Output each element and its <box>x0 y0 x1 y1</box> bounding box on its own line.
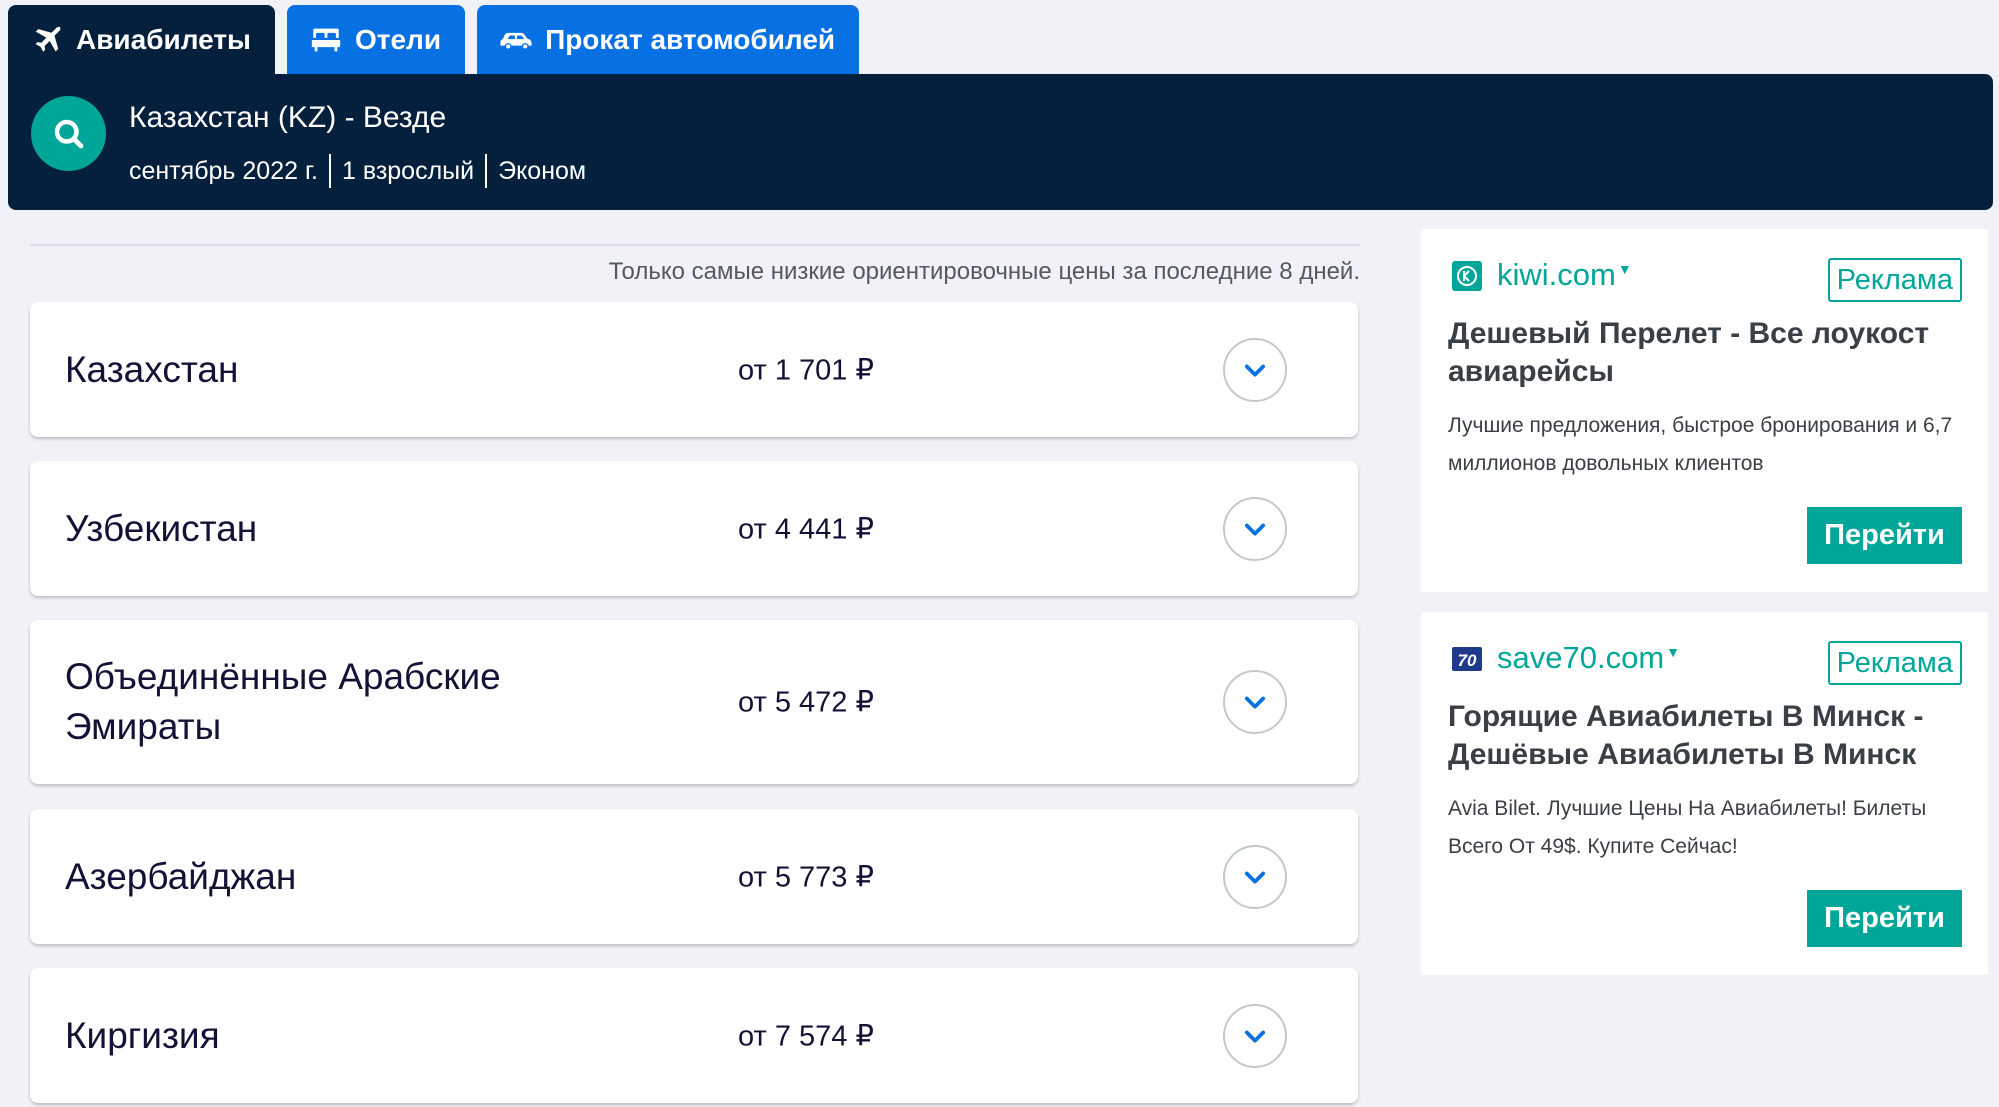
ad-domain-link[interactable]: save70.com ▼ <box>1497 640 1680 676</box>
destination-name: Казахстан <box>65 348 239 390</box>
destination-price: от 4 441 ₽ <box>738 513 874 545</box>
destination-name: Азербайджан <box>65 855 297 897</box>
expand-button[interactable] <box>1223 337 1287 402</box>
ad-domain-text: save70.com <box>1497 640 1665 675</box>
tab-car-hire-label: Прокат автомобилей <box>545 23 836 55</box>
bed-icon <box>309 23 343 57</box>
destination-row-azerbaijan[interactable]: Азербайджан от 5 773 ₽ <box>30 809 1358 944</box>
chevron-down-icon <box>1244 523 1266 536</box>
ad-go-button[interactable]: Перейти <box>1807 507 1962 564</box>
caret-down-icon: ▼ <box>1617 261 1632 277</box>
destination-row-uae[interactable]: Объединённые Арабские Эмираты от 5 472 ₽ <box>30 620 1358 784</box>
caret-down-icon: ▼ <box>1666 644 1680 660</box>
ad-title[interactable]: Дешевый Перелет - Все лоукост авиарейсы <box>1448 315 1968 391</box>
tab-hotels[interactable]: Отели <box>286 5 466 74</box>
ad-description: Лучшие предложения, быстрое бронирования… <box>1448 414 1953 475</box>
ad-card-save70[interactable]: 70 save70.com ▼ Реклама Горящие Авиабилет… <box>1421 612 1988 975</box>
price-disclaimer: Только самые низкие ориентировочные цены… <box>608 258 1360 285</box>
chevron-down-icon <box>1244 1030 1266 1043</box>
separator <box>328 154 331 188</box>
tab-flights-label: Авиабилеты <box>76 23 251 55</box>
chevron-down-icon <box>1244 364 1266 377</box>
chevron-down-icon <box>1244 696 1266 709</box>
search-icon <box>54 119 83 148</box>
ad-domain-link[interactable]: kiwi.com ▼ <box>1497 257 1632 293</box>
ad-go-button[interactable]: Перейти <box>1807 890 1962 947</box>
tab-hotels-label: Отели <box>354 23 442 55</box>
ad-badge: Реклама <box>1827 258 1962 302</box>
destination-row-kazakhstan[interactable]: Казахстан от 1 701 ₽ <box>30 302 1358 437</box>
destination-row-kyrgyzstan[interactable]: Киргизия от 7 574 ₽ <box>30 968 1358 1103</box>
vertical-tabs: Авиабилеты Отели Прокат автомобилей <box>8 5 860 74</box>
car-icon <box>499 23 533 57</box>
tab-flights[interactable]: Авиабилеты <box>8 5 275 74</box>
ad-domain-text: kiwi.com <box>1497 257 1616 292</box>
chevron-down-icon <box>1244 871 1266 884</box>
ad-card-kiwi[interactable]: kiwi.com ▼ Реклама Дешевый Перелет - Все … <box>1421 229 1988 592</box>
save70-logo-icon: 70 <box>1452 647 1482 671</box>
search-date: сентябрь 2022 г. <box>129 156 318 185</box>
expand-button[interactable] <box>1223 844 1287 909</box>
expand-button[interactable] <box>1223 496 1287 561</box>
tab-car-hire[interactable]: Прокат автомобилей <box>477 5 860 74</box>
search-route: Казахстан (KZ) - Везде <box>129 101 447 134</box>
divider <box>30 244 1360 246</box>
destination-price: от 7 574 ₽ <box>738 1020 874 1052</box>
destination-name: Узбекистан <box>65 507 258 549</box>
search-button[interactable] <box>31 96 106 171</box>
search-travellers: 1 взрослый <box>341 156 475 185</box>
destination-row-uzbekistan[interactable]: Узбекистан от 4 441 ₽ <box>30 461 1358 596</box>
search-details: сентябрь 2022 г. 1 взрослый Эконом <box>129 154 586 188</box>
save70-logo-text: 70 <box>1458 651 1477 670</box>
expand-button[interactable] <box>1223 1003 1287 1068</box>
destination-name: Киргизия <box>65 1014 220 1056</box>
ad-description: Avia Bilet. Лучшие Цены На Авиабилеты! Б… <box>1448 797 1927 858</box>
search-summary[interactable]: Казахстан (KZ) - Везде сентябрь 2022 г. … <box>8 74 1993 210</box>
ad-badge: Реклама <box>1827 641 1962 685</box>
search-cabin-class: Эконом <box>498 156 587 185</box>
plane-icon <box>30 23 64 57</box>
expand-button[interactable] <box>1223 670 1287 734</box>
destination-price: от 5 773 ₽ <box>738 861 874 893</box>
destination-price: от 1 701 ₽ <box>738 354 874 386</box>
ad-title[interactable]: Горящие Авиабилеты В Минск - Дешёвые Ави… <box>1448 698 1968 774</box>
destination-name: Объединённые Арабские Эмираты <box>65 656 501 747</box>
separator <box>485 154 488 188</box>
kiwi-logo-icon <box>1452 261 1482 291</box>
destination-price: от 5 472 ₽ <box>738 686 874 719</box>
